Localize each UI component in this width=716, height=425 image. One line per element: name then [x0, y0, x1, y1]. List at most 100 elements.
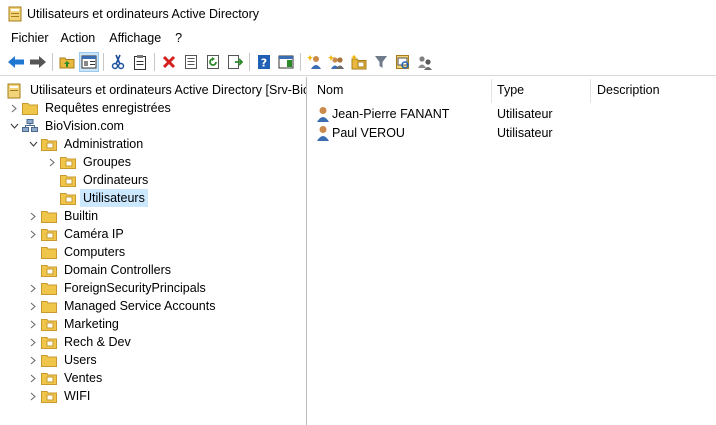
find-icon[interactable] [393, 52, 413, 72]
chevron-right-icon[interactable] [28, 351, 38, 369]
tree-item-ou[interactable]: WIFI [28, 387, 93, 405]
menu-help[interactable]: ? [169, 28, 188, 48]
column-divider[interactable] [590, 79, 591, 103]
tree-item-label: Marketing [64, 317, 119, 331]
chevron-right-icon[interactable] [47, 153, 57, 171]
tree-item-ou[interactable]: Domain Controllers [28, 261, 174, 279]
ou-folder-icon [41, 371, 57, 385]
chevron-right-icon[interactable] [28, 333, 38, 351]
list-row[interactable]: Jean-Pierre FANANT Utilisateur [310, 106, 716, 124]
chevron-right-icon[interactable] [28, 387, 38, 405]
delegate-icon[interactable] [415, 52, 435, 72]
folder-icon [22, 101, 38, 115]
properties-icon[interactable] [181, 52, 201, 72]
chevron-down-icon[interactable] [28, 135, 38, 153]
ou-folder-icon [41, 317, 57, 331]
ou-folder-icon [41, 137, 57, 151]
folder-icon [41, 281, 57, 295]
ou-folder-icon [41, 335, 57, 349]
tree-item-ou[interactable]: ForeignSecurityPrincipals [28, 279, 209, 297]
refresh-icon[interactable] [203, 52, 223, 72]
active-directory-app-icon [8, 6, 22, 22]
chevron-right-icon[interactable] [28, 315, 38, 333]
tree-item-ou[interactable]: Ventes [28, 369, 105, 387]
tree-item-label: WIFI [64, 389, 91, 403]
user-icon [316, 125, 330, 144]
ou-folder-icon [41, 263, 57, 277]
domain-icon [22, 119, 38, 133]
tree-item-label: Administration [64, 137, 144, 151]
new-user-icon[interactable] [305, 52, 325, 72]
tree-item-ou[interactable]: Marketing [28, 315, 122, 333]
ou-folder-icon [60, 191, 76, 205]
back-icon[interactable] [6, 52, 26, 72]
user-icon [316, 106, 330, 125]
tree-item-ou[interactable]: Caméra IP [28, 225, 127, 243]
object-type: Utilisateur [497, 107, 553, 121]
chevron-down-icon[interactable] [9, 117, 19, 135]
tree-item-label: ForeignSecurityPrincipals [64, 281, 206, 295]
column-header-description[interactable]: Description [597, 83, 660, 101]
tree-item-label: Managed Service Accounts [64, 299, 216, 313]
chevron-right-icon[interactable] [9, 99, 19, 117]
tree-item-groupes[interactable]: Groupes [47, 153, 134, 171]
tree-item-utilisateurs[interactable]: Utilisateurs [60, 189, 148, 207]
tree-item-administration[interactable]: Administration [28, 135, 146, 153]
toolbar: ? [0, 49, 716, 76]
column-divider[interactable] [491, 79, 492, 103]
user-name: Jean-Pierre FANANT [332, 107, 450, 121]
tree-item-ou[interactable]: Managed Service Accounts [28, 297, 218, 315]
show-hide-tree-icon[interactable] [79, 52, 99, 72]
chevron-right-icon[interactable] [28, 369, 38, 387]
title-bar: Utilisateurs et ordinateurs Active Direc… [0, 0, 716, 28]
export-list-icon[interactable] [225, 52, 245, 72]
menu-action[interactable]: Action [55, 28, 102, 48]
menu-bar: Fichier Action Affichage ? [0, 28, 716, 48]
column-header-name[interactable]: Nom [317, 83, 343, 101]
tree-item-saved-queries[interactable]: Requêtes enregistrées [9, 99, 174, 117]
forward-icon[interactable] [28, 52, 48, 72]
tree-item-ou[interactable]: Rech & Dev [28, 333, 134, 351]
help-icon[interactable]: ? [254, 52, 274, 72]
ou-folder-icon [41, 389, 57, 403]
chevron-right-icon[interactable] [28, 225, 38, 243]
cut-icon[interactable] [108, 52, 128, 72]
new-group-icon[interactable] [327, 52, 347, 72]
up-folder-icon[interactable] [57, 52, 77, 72]
tree-item-domain[interactable]: BioVision.com [9, 117, 127, 135]
menu-affichage[interactable]: Affichage [103, 28, 167, 48]
delete-icon[interactable] [159, 52, 179, 72]
tree-item-ou[interactable]: Computers [28, 243, 128, 261]
menu-fichier[interactable]: Fichier [7, 28, 53, 48]
folder-icon [41, 299, 57, 313]
folder-icon [41, 245, 57, 259]
tree-root[interactable]: Utilisateurs et ordinateurs Active Direc… [7, 81, 307, 99]
toolbar-separator [300, 53, 301, 71]
toolbar-separator [103, 53, 104, 71]
list-row[interactable]: Paul VEROU Utilisateur [310, 125, 716, 143]
tree-item-label: Rech & Dev [64, 335, 131, 349]
action-pane-icon[interactable] [276, 52, 296, 72]
tree-item-ou[interactable]: Users [28, 351, 100, 369]
tree-item-ordinateurs[interactable]: Ordinateurs [60, 171, 151, 189]
filter-icon[interactable] [371, 52, 391, 72]
tree-item-label: Computers [64, 245, 126, 259]
chevron-right-icon[interactable] [28, 297, 38, 315]
paste-icon[interactable] [130, 52, 150, 72]
svg-text:?: ? [261, 57, 267, 70]
tree-root-label: Utilisateurs et ordinateurs Active Direc… [30, 83, 307, 97]
tree-item-label: Domain Controllers [64, 263, 171, 277]
tree-item-ou[interactable]: Builtin [28, 207, 101, 225]
ou-folder-icon [60, 155, 76, 169]
tree-item-label: Builtin [64, 209, 99, 223]
new-ou-icon[interactable] [349, 52, 369, 72]
active-directory-icon [7, 83, 23, 99]
chevron-right-icon[interactable] [28, 207, 38, 225]
ou-folder-icon [41, 227, 57, 241]
details-list: Nom Type Description Jean-Pierre FANANT … [310, 77, 716, 425]
folder-icon [41, 209, 57, 223]
console-tree: Utilisateurs et ordinateurs Active Direc… [0, 77, 307, 425]
chevron-right-icon[interactable] [28, 279, 38, 297]
tree-item-label: BioVision.com [45, 119, 124, 133]
column-header-type[interactable]: Type [497, 83, 524, 101]
